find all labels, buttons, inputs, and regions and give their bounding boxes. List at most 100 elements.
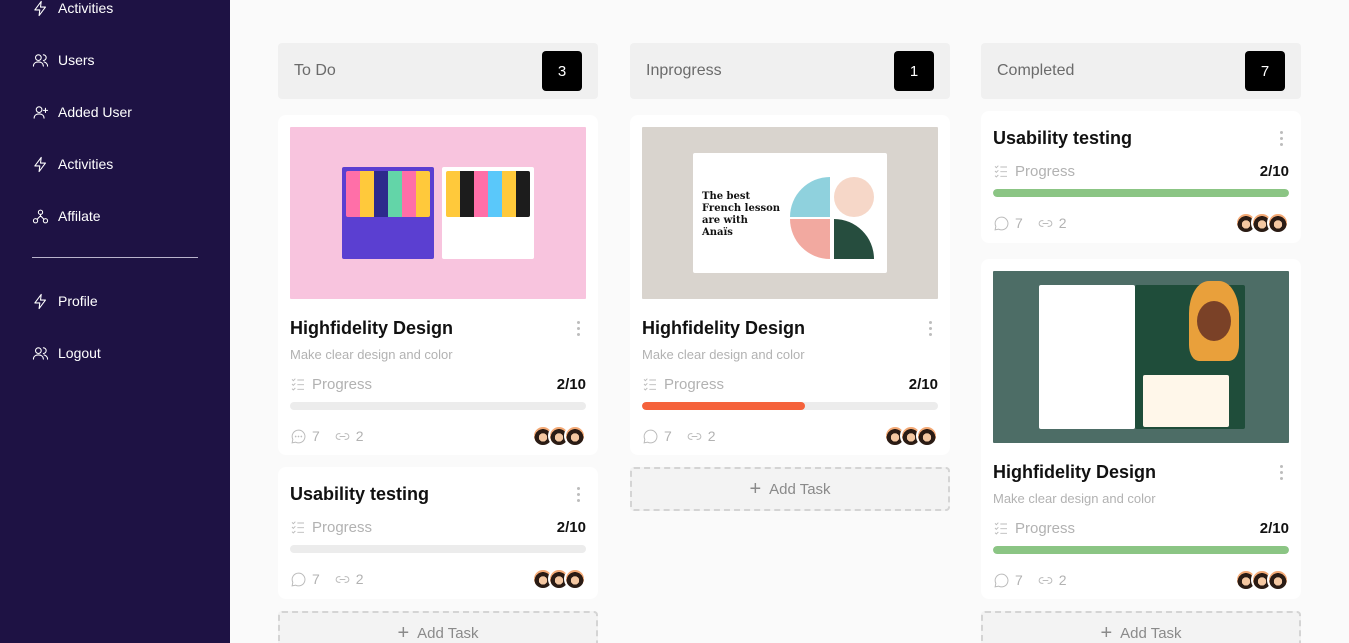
add-task-label: Add Task (1120, 624, 1182, 642)
comment-icon (291, 572, 306, 587)
progress-bar (290, 402, 586, 410)
card-title: Highfidelity Design (993, 461, 1157, 482)
task-card[interactable]: Usability testing Progress 2/10 7 2 (981, 111, 1301, 243)
assignee-avatars[interactable] (884, 425, 938, 447)
progress-value: 2/10 (556, 375, 586, 393)
column-header: To Do 3 (278, 43, 598, 99)
sidebar-item-label: Users (58, 52, 95, 68)
progress-bar (290, 545, 586, 553)
sidebar-item-affilate[interactable]: Affilate (32, 204, 101, 228)
add-task-button[interactable]: + Add Task (630, 467, 950, 511)
column-count-badge: 7 (1245, 51, 1285, 91)
link-icon (1038, 576, 1053, 584)
comments-count[interactable]: 7 (290, 571, 320, 588)
card-title: Highfidelity Design (290, 317, 454, 338)
assignee-avatars[interactable] (1235, 569, 1289, 591)
comment-icon (994, 216, 1009, 231)
plus-icon: + (397, 622, 410, 643)
sidebar-divider (32, 257, 198, 258)
column-title: Completed (997, 62, 1075, 79)
card-title: Usability testing (290, 483, 430, 504)
more-options-icon[interactable] (570, 318, 586, 338)
bolt-icon (34, 156, 46, 172)
more-options-icon[interactable] (570, 484, 586, 504)
card-description: Make clear design and color (642, 347, 805, 362)
progress-bar-fill (993, 189, 1289, 197)
sidebar-item-users[interactable]: Users (32, 48, 95, 72)
plus-icon: + (749, 478, 762, 500)
card-image: The best French lesson are with Anaïs (642, 127, 938, 299)
user-plus-icon (33, 105, 49, 119)
links-count[interactable]: 2 (686, 428, 716, 445)
more-options-icon[interactable] (1273, 462, 1289, 482)
checklist-icon (643, 378, 656, 391)
avatar (564, 568, 586, 590)
column-header: Completed 7 (981, 43, 1301, 99)
links-count[interactable]: 2 (334, 428, 364, 445)
column-header: Inprogress 1 (630, 43, 950, 99)
progress-label: Progress (642, 376, 724, 393)
sidebar-item-label: Profile (58, 293, 98, 309)
card-description: Make clear design and color (290, 347, 453, 362)
more-options-icon[interactable] (922, 318, 938, 338)
column-todo: To Do 3 Highfidelity Design Make clear d… (278, 43, 598, 643)
card-image (290, 127, 586, 299)
links-count[interactable]: 2 (1037, 215, 1067, 232)
task-card[interactable]: The best French lesson are with Anaïs Hi… (630, 115, 950, 455)
progress-bar (993, 546, 1289, 554)
link-icon (335, 575, 350, 583)
sidebar-item-logout[interactable]: Logout (32, 341, 101, 365)
add-task-button[interactable]: + Add Task (278, 611, 598, 643)
link-icon (335, 432, 350, 440)
progress-label: Progress (290, 376, 372, 393)
avatar (1267, 569, 1289, 591)
avatar (1267, 212, 1289, 234)
bolt-icon (34, 0, 46, 16)
card-title: Usability testing (993, 127, 1133, 148)
comment-icon (994, 573, 1009, 588)
sidebar-item-activities[interactable]: Activities (32, 0, 113, 20)
add-task-button[interactable]: + Add Task (981, 611, 1301, 643)
links-count[interactable]: 2 (334, 571, 364, 588)
progress-label: Progress (290, 519, 372, 536)
sidebar-item-label: Activities (58, 0, 114, 16)
comments-count[interactable]: 7 (993, 572, 1023, 589)
sidebar-item-label: Activities (58, 156, 114, 172)
comments-count[interactable]: 7 (290, 428, 320, 445)
progress-bar (993, 189, 1289, 197)
comments-count[interactable]: 7 (642, 428, 672, 445)
avatar (564, 425, 586, 447)
column-count-badge: 3 (542, 51, 582, 91)
add-task-label: Add Task (769, 480, 831, 498)
progress-value: 2/10 (908, 375, 938, 393)
task-card[interactable]: Highfidelity Design Make clear design an… (278, 115, 598, 455)
column-count-badge: 1 (894, 51, 934, 91)
checklist-icon (994, 522, 1007, 535)
plus-icon: + (1100, 622, 1113, 643)
task-card[interactable]: Usability testing Progress 2/10 7 2 (278, 467, 598, 599)
progress-value: 2/10 (1259, 519, 1289, 537)
links-count[interactable]: 2 (1037, 572, 1067, 589)
assignee-avatars[interactable] (1235, 212, 1289, 234)
sidebar-item-profile[interactable]: Profile (32, 289, 98, 313)
column-title: To Do (294, 62, 336, 79)
sidebar-item-added-user[interactable]: Added User (32, 100, 132, 124)
users-icon (32, 53, 49, 67)
task-card[interactable]: Highfidelity Design Make clear design an… (981, 259, 1301, 599)
column-inprogress: Inprogress 1 The best French lesson are … (630, 43, 950, 511)
progress-label: Progress (993, 520, 1075, 537)
progress-value: 2/10 (1259, 162, 1289, 180)
bolt-icon (34, 293, 46, 309)
sidebar-item-activities-2[interactable]: Activities (32, 152, 113, 176)
card-title: Highfidelity Design (642, 317, 806, 338)
more-options-icon[interactable] (1273, 128, 1289, 148)
assignee-avatars[interactable] (532, 425, 586, 447)
comments-count[interactable]: 7 (993, 215, 1023, 232)
card-description: Make clear design and color (993, 491, 1156, 506)
sidebar-item-label: Affilate (58, 208, 101, 224)
assignee-avatars[interactable] (532, 568, 586, 590)
users-icon (32, 346, 49, 360)
column-completed: Completed 7 Usability testing Progress 2… (981, 43, 1301, 643)
sidebar-item-label: Added User (58, 104, 132, 120)
affiliate-icon (32, 209, 49, 223)
